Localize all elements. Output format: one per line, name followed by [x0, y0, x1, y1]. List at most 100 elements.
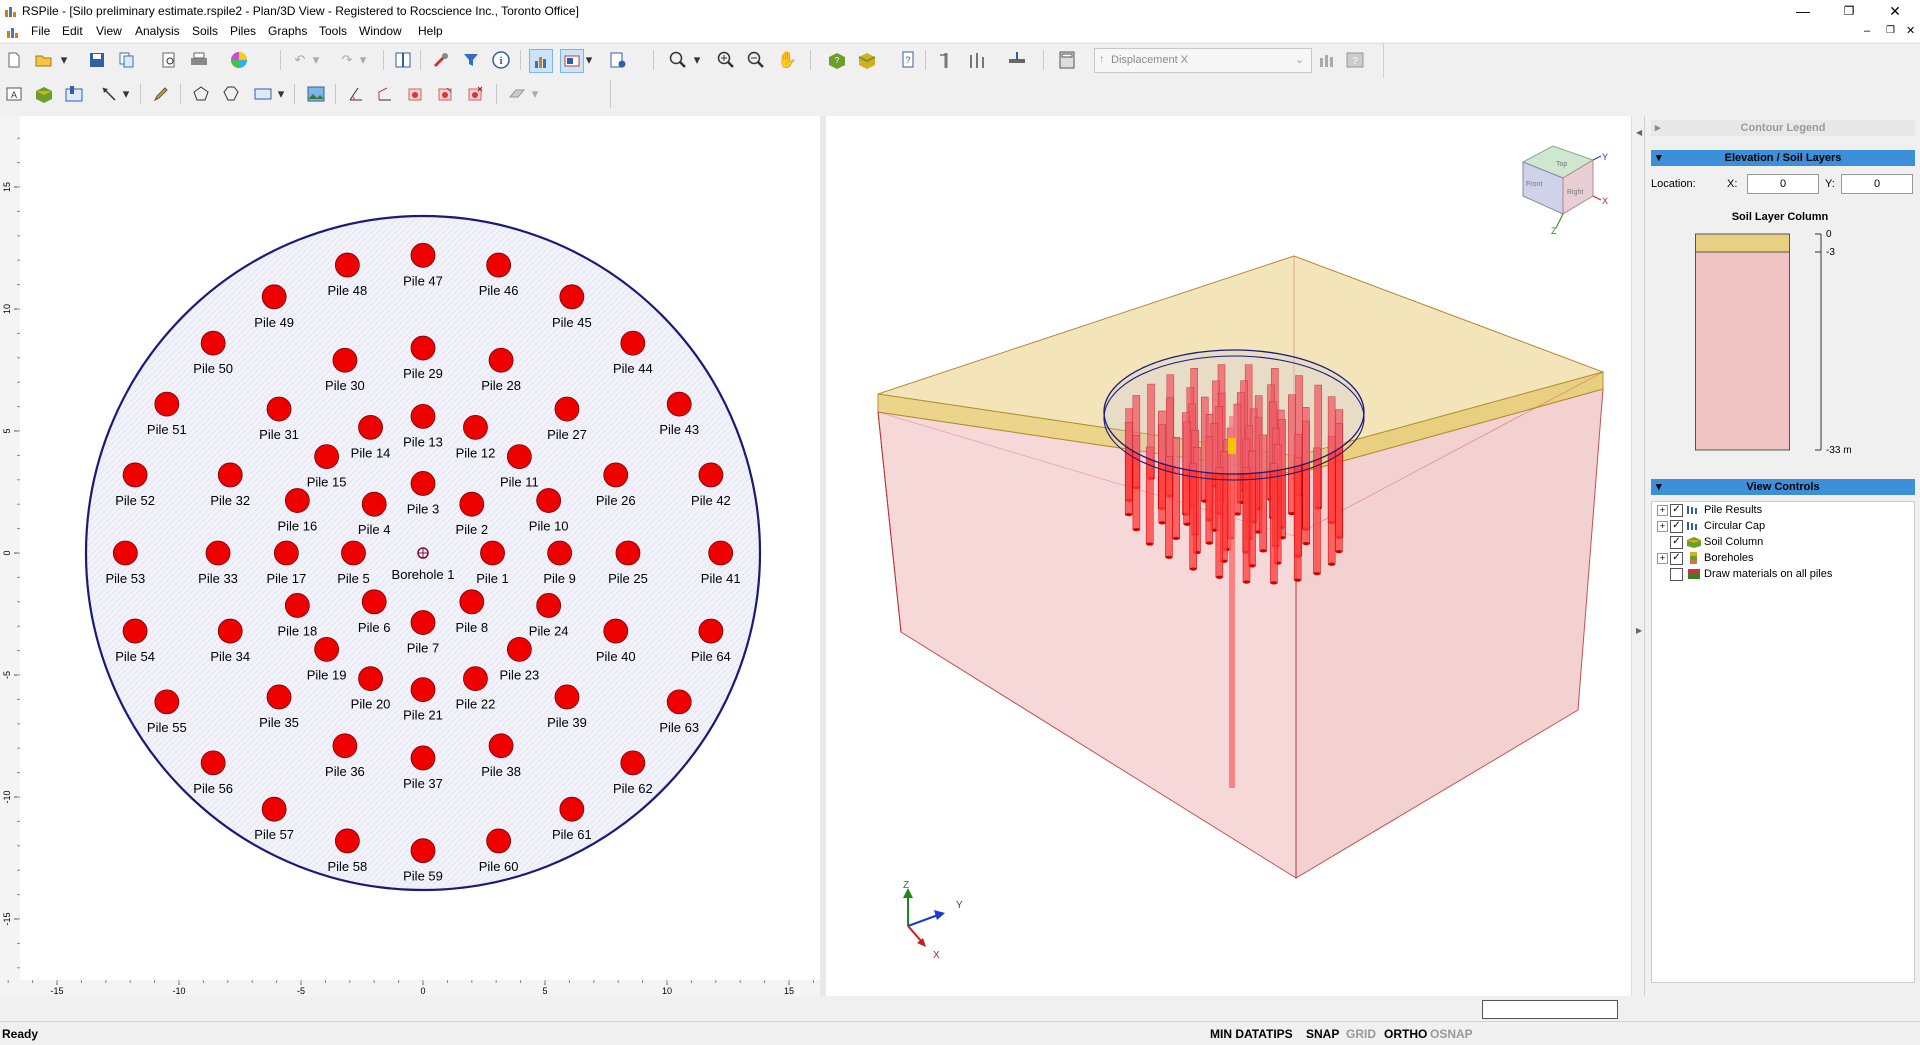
tree-item-boreholes[interactable]: + ✓ Boreholes — [1657, 550, 1754, 566]
minimize-button[interactable]: — — [1780, 0, 1826, 22]
pile-circle[interactable] — [410, 471, 436, 496]
pile-circle[interactable] — [459, 491, 485, 517]
pile-3d[interactable] — [1189, 463, 1197, 571]
view-mode-icon[interactable] — [560, 49, 584, 73]
save-icon[interactable] — [86, 49, 108, 71]
pile-circle[interactable] — [122, 462, 148, 488]
pile-circle[interactable] — [506, 636, 532, 662]
tree-item-pile-results[interactable]: + ✓ Pile Results — [1657, 502, 1762, 518]
pile-circle[interactable] — [266, 684, 292, 710]
boreholes-checkbox[interactable]: ✓ — [1670, 551, 1683, 565]
redo-dropdown-icon[interactable]: ▾ — [358, 49, 368, 71]
expand-icon[interactable]: + — [1657, 552, 1668, 564]
zoom-dropdown-icon[interactable]: ▾ — [692, 49, 702, 71]
close-button[interactable]: ✕ — [1872, 0, 1918, 22]
pile-3d[interactable] — [1242, 467, 1251, 584]
polygon-edit-icon[interactable] — [220, 83, 242, 105]
result-type-dropdown[interactable]: ↑ Displacement X ⌄ — [1094, 48, 1312, 73]
elevation-header[interactable]: ▾ Elevation / Soil Layers — [1651, 150, 1915, 166]
undo-icon[interactable]: ↶ — [289, 49, 311, 71]
pile-circle[interactable] — [554, 684, 580, 710]
restore-button[interactable]: ❐ — [1826, 0, 1872, 22]
pile-circle[interactable] — [459, 589, 485, 615]
pile-circle[interactable] — [154, 689, 180, 715]
results-chart-icon[interactable] — [529, 49, 553, 73]
soil-properties-icon[interactable]: ? — [826, 49, 848, 71]
pile-circle[interactable] — [536, 488, 562, 513]
pile-circle[interactable] — [559, 284, 585, 310]
view-controls-header[interactable]: ▾ View Controls — [1651, 479, 1915, 495]
pile-results-checkbox[interactable]: ✓ — [1670, 503, 1683, 517]
pile-circle[interactable] — [200, 750, 226, 776]
mdi-restore-icon[interactable]: ❐ — [1886, 25, 1895, 36]
pile-circle[interactable] — [620, 330, 646, 356]
pile-section-icon[interactable] — [63, 83, 85, 105]
pile-circle[interactable] — [334, 828, 360, 854]
pile-circle[interactable] — [200, 330, 226, 356]
split-view-icon[interactable] — [392, 49, 414, 71]
pile-circle[interactable] — [341, 540, 366, 566]
min-datatips-toggle[interactable]: MIN DATATIPS — [1210, 1027, 1293, 1041]
pile-circle[interactable] — [463, 414, 488, 440]
open-file-icon[interactable] — [33, 49, 55, 71]
add-loads-icon[interactable] — [1006, 49, 1028, 71]
open-dropdown-icon[interactable]: ▾ — [58, 49, 70, 71]
display-options-icon[interactable] — [607, 49, 629, 71]
menu-piles[interactable]: Piles — [230, 24, 256, 38]
redo-icon[interactable]: ↷ — [336, 49, 358, 71]
pile-circle[interactable] — [480, 540, 505, 566]
3d-view[interactable]: Z Y X Top Front Right Y X Z — [826, 116, 1637, 996]
pile-circle[interactable] — [615, 540, 641, 566]
menu-graphs[interactable]: Graphs — [268, 24, 307, 38]
menu-soils[interactable]: Soils — [192, 24, 218, 38]
pile-circle[interactable] — [284, 488, 310, 513]
image-icon[interactable] — [305, 83, 327, 105]
mdi-close-icon[interactable]: ✕ — [1906, 24, 1915, 37]
arrow-dropdown-icon[interactable]: ▾ — [121, 83, 131, 105]
pile-circle[interactable] — [284, 593, 310, 618]
pile-add-red-icon[interactable] — [404, 83, 426, 105]
soil-column-checkbox[interactable]: ✓ — [1670, 535, 1683, 549]
menu-window[interactable]: Window — [359, 24, 402, 38]
pile-edit-red-icon[interactable] — [434, 83, 456, 105]
zoom-in-icon[interactable] — [715, 49, 737, 71]
tree-item-circular-cap[interactable]: + ✓ Circular Cap — [1657, 518, 1765, 534]
zoom-out-icon[interactable] — [745, 49, 767, 71]
menu-view[interactable]: View — [96, 24, 122, 38]
pile-3d[interactable] — [1327, 436, 1336, 566]
pile-circle[interactable] — [603, 618, 629, 644]
pile-circle[interactable] — [410, 610, 436, 635]
pile-query-icon[interactable]: ? — [898, 49, 920, 71]
pile-circle[interactable] — [698, 462, 724, 488]
view-cube[interactable]: Top Front Right Y X Z — [1521, 145, 1608, 236]
pile-circle[interactable] — [486, 252, 512, 278]
eraser-icon[interactable] — [506, 83, 528, 105]
pile-circle[interactable] — [410, 335, 436, 361]
color-wheel-icon[interactable] — [228, 49, 250, 71]
pile-circle[interactable] — [554, 396, 580, 422]
pile-circle[interactable] — [358, 666, 383, 692]
pile-circle[interactable] — [122, 618, 148, 644]
view-mode-dropdown-icon[interactable]: ▾ — [584, 49, 594, 71]
pile-3d[interactable] — [1270, 463, 1278, 585]
info-icon[interactable]: i — [490, 49, 512, 71]
snap-toggle[interactable]: SNAP — [1306, 1027, 1339, 1041]
graph-results-icon[interactable] — [1316, 49, 1338, 71]
pile-circle[interactable] — [217, 618, 243, 644]
pile-circle[interactable] — [666, 689, 692, 715]
pile-circle[interactable] — [314, 444, 340, 470]
text-box-icon[interactable]: A — [3, 83, 25, 105]
eraser-dropdown-icon[interactable]: ▾ — [530, 83, 540, 105]
rectangle-icon[interactable] — [252, 83, 274, 105]
expand-arrow-icon[interactable]: ▶ — [1636, 626, 1642, 635]
menu-file[interactable]: File — [31, 24, 50, 38]
copy-icon[interactable] — [116, 49, 138, 71]
undo-dropdown-icon[interactable]: ▾ — [311, 49, 321, 71]
pile-circle[interactable] — [410, 838, 436, 864]
add-pile-icon[interactable] — [935, 49, 957, 71]
tree-item-draw-materials[interactable]: Draw materials on all piles — [1670, 566, 1832, 582]
soil-layers-icon[interactable] — [856, 49, 878, 71]
pile-circle[interactable] — [112, 540, 138, 566]
arrow-tool-icon[interactable] — [98, 83, 120, 105]
grid-toggle[interactable]: GRID — [1346, 1027, 1376, 1041]
